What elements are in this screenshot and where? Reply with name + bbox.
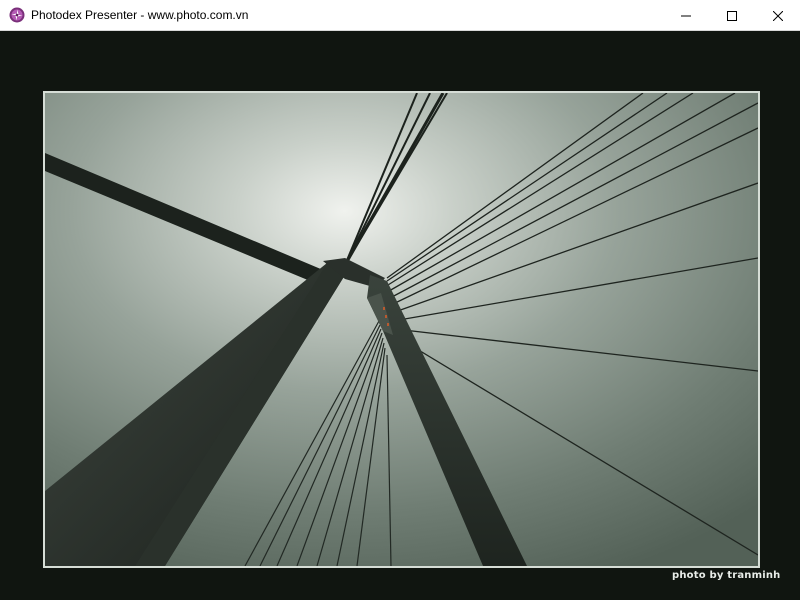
maximize-icon [727, 10, 737, 21]
close-icon [773, 10, 783, 21]
close-button[interactable] [755, 0, 800, 31]
window-title: Photodex Presenter - www.photo.com.vn [31, 8, 249, 22]
maximize-button[interactable] [709, 0, 755, 31]
cable-stayed-bridge-pylon-photo [43, 91, 760, 568]
photodex-app-icon [9, 7, 25, 23]
title-bar[interactable]: Photodex Presenter - www.photo.com.vn [0, 0, 800, 31]
presenter-window: Photodex Presenter - www.photo.com.vn ph… [0, 0, 800, 600]
minimize-button[interactable] [663, 0, 709, 31]
photo-credit: photo by tranminh [672, 570, 781, 581]
minimize-icon [681, 15, 691, 16]
